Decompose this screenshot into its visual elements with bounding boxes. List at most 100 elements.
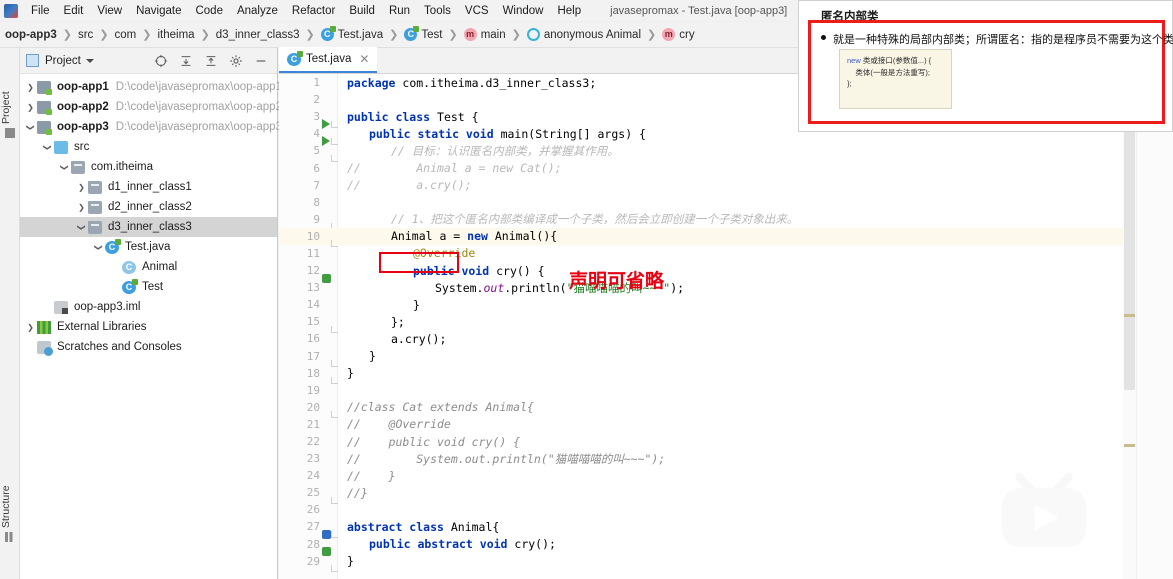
- chevron-right-icon[interactable]: [75, 182, 88, 192]
- breadcrumb-label: anonymous Animal: [543, 28, 642, 41]
- ide-window: File Edit View Navigate Code Analyze Refactor B…: [0, 0, 1173, 579]
- tree-item-oop-app3-iml[interactable]: oop-app3.iml: [20, 297, 277, 317]
- breadcrumb-item-src[interactable]: src: [78, 29, 93, 41]
- tree-item-oop-app2[interactable]: oop-app2 D:\code\javasepromax\oop-app2: [20, 97, 282, 117]
- chevron-down-icon[interactable]: [75, 222, 88, 232]
- code-area[interactable]: 1 package com.itheima.d3_inner_class3; 2 3 p…: [279, 74, 1173, 579]
- code-line: 13 System.out.println("猫喵喵喵的叫~~~");: [279, 279, 1173, 296]
- code-token: // a.cry();: [347, 178, 472, 193]
- menu-item-navigate[interactable]: Navigate: [129, 2, 188, 20]
- code-line: 6 // Animal a = new Cat();: [279, 159, 1173, 176]
- menu-item-view[interactable]: View: [90, 2, 129, 20]
- line-number: 7: [313, 178, 320, 192]
- breadcrumb-item-test-java[interactable]: Test.java: [320, 26, 383, 41]
- line-number: 24: [306, 469, 320, 483]
- tree-item-label: d1_inner_class1: [108, 181, 192, 193]
- menu-item-vcs[interactable]: VCS: [458, 2, 496, 20]
- tree-item-src[interactable]: src: [20, 137, 277, 157]
- code-line: 16 a.cry();: [279, 330, 1173, 347]
- menu-item-code[interactable]: Code: [188, 2, 230, 20]
- breadcrumb-item-test[interactable]: Test: [404, 26, 442, 41]
- code-text: // System.out.println("猫喵喵喵的叫~~~");: [338, 451, 665, 467]
- menu-item-refactor[interactable]: Refactor: [285, 2, 342, 20]
- line-number: 10: [306, 229, 320, 243]
- menu-item-help[interactable]: Help: [550, 2, 588, 20]
- line-number: 17: [306, 349, 320, 363]
- menu-item-file[interactable]: File: [24, 2, 57, 20]
- chevron-right-icon[interactable]: [75, 202, 88, 212]
- chevron-right-icon[interactable]: [24, 102, 37, 112]
- chevron-down-icon[interactable]: [92, 242, 105, 252]
- menu-item-window[interactable]: Window: [496, 2, 551, 20]
- tree-item-test[interactable]: Test: [20, 277, 277, 297]
- tree-item-oop-app3[interactable]: oop-app3 D:\code\javasepromax\oop-app3: [20, 117, 282, 137]
- hide-panel-icon[interactable]: [254, 54, 268, 68]
- project-panel: Project ❯ oop-app1 D:\code\javasepromax\…: [20, 48, 282, 579]
- expand-all-icon[interactable]: [179, 54, 193, 68]
- line-number: 6: [313, 161, 320, 175]
- tab-test-java[interactable]: Test.java ✕: [279, 47, 378, 73]
- method-icon: [463, 28, 477, 41]
- tool-strip-favorites[interactable]: Favorites: [0, 546, 20, 579]
- chevron-down-icon[interactable]: [58, 162, 71, 172]
- breadcrumb-label: src: [77, 28, 94, 41]
- breadcrumb-item-itheima[interactable]: itheima: [157, 29, 194, 41]
- tree-item-scratches-and-consoles[interactable]: Scratches and Consoles: [20, 337, 277, 357]
- collapse-all-icon[interactable]: [204, 54, 218, 68]
- note-code-text: 类体(一般是方法重写);: [847, 67, 930, 77]
- menu-item-edit[interactable]: Edit: [57, 2, 91, 20]
- window-title: javasepromax - Test.java [oop-app3]: [610, 4, 788, 17]
- chevron-down-icon[interactable]: [24, 122, 37, 132]
- code-token: // @Override: [347, 417, 451, 432]
- menu-item-tools[interactable]: Tools: [417, 2, 458, 20]
- editor-scrollbar-thumb[interactable]: [1124, 100, 1135, 390]
- breadcrumb-item-cry[interactable]: cry: [662, 28, 695, 41]
- code-text: public class Test {: [338, 110, 479, 124]
- code-token: main(: [500, 126, 536, 141]
- breadcrumb-item-com[interactable]: com: [115, 29, 137, 41]
- tree-item-animal[interactable]: Animal: [20, 257, 277, 277]
- breadcrumb-item-d3-inner-class3[interactable]: d3_inner_class3: [216, 29, 300, 41]
- code-token: // public void cry() {: [347, 434, 521, 449]
- menu-item-run[interactable]: Run: [382, 2, 417, 20]
- code-token: Animal{: [450, 519, 500, 534]
- line-number: 18: [306, 366, 320, 380]
- source-folder-icon: [54, 140, 68, 154]
- tool-strip-structure[interactable]: Structure: [0, 448, 20, 528]
- gear-icon[interactable]: [229, 54, 243, 68]
- code-token: Animal(){: [494, 229, 558, 244]
- tool-strip-project[interactable]: Project: [0, 54, 20, 124]
- chevron-right-icon[interactable]: [24, 82, 37, 92]
- chevron-right-icon[interactable]: [24, 322, 37, 332]
- tree-item-d1-inner-class1[interactable]: d1_inner_class1: [20, 177, 277, 197]
- code-token: @Override: [413, 246, 476, 261]
- tree-item-label: com.itheima: [91, 161, 153, 173]
- line-number: 21: [306, 417, 320, 431]
- code-token: public static void: [369, 126, 501, 141]
- menu-item-build[interactable]: Build: [342, 2, 382, 20]
- code-text: }: [338, 298, 420, 312]
- breadcrumb-item-oop-app3[interactable]: oop-app3: [5, 29, 57, 41]
- line-number: 4: [313, 127, 320, 141]
- tree-item-oop-app1[interactable]: oop-app1 D:\code\javasepromax\oop-app1: [20, 77, 282, 97]
- breadcrumb-item-main[interactable]: main: [463, 28, 506, 41]
- project-chevron-down-icon[interactable]: [85, 58, 94, 63]
- chevron-down-icon[interactable]: [41, 142, 54, 152]
- note-code-text: };: [847, 79, 852, 89]
- code-token: }: [413, 297, 420, 312]
- menu-item-analyze[interactable]: Analyze: [230, 2, 285, 20]
- module-icon: [37, 80, 52, 95]
- close-icon[interactable]: ✕: [359, 52, 369, 66]
- breadcrumb-item-anonymous-animal[interactable]: anonymous Animal: [526, 28, 642, 41]
- code-line: 12 public void cry() {: [279, 262, 1173, 283]
- tree-item-test-java[interactable]: Test.java: [20, 237, 277, 257]
- line-number: 15: [306, 315, 320, 329]
- tree-item-com-itheima[interactable]: com.itheima: [20, 157, 277, 177]
- tree-item-d2-inner-class2[interactable]: d2_inner_class2: [20, 197, 277, 217]
- fold-marker-icon[interactable]: [331, 565, 338, 573]
- locate-icon[interactable]: [154, 54, 168, 68]
- tree-item-path: D:\code\javasepromax\oop-app1: [115, 81, 282, 93]
- tree-item-d3-inner-class3[interactable]: d3_inner_class3: [20, 217, 277, 237]
- tree-item-external-libraries[interactable]: External Libraries: [20, 317, 277, 337]
- code-text: a.cry();: [338, 332, 446, 346]
